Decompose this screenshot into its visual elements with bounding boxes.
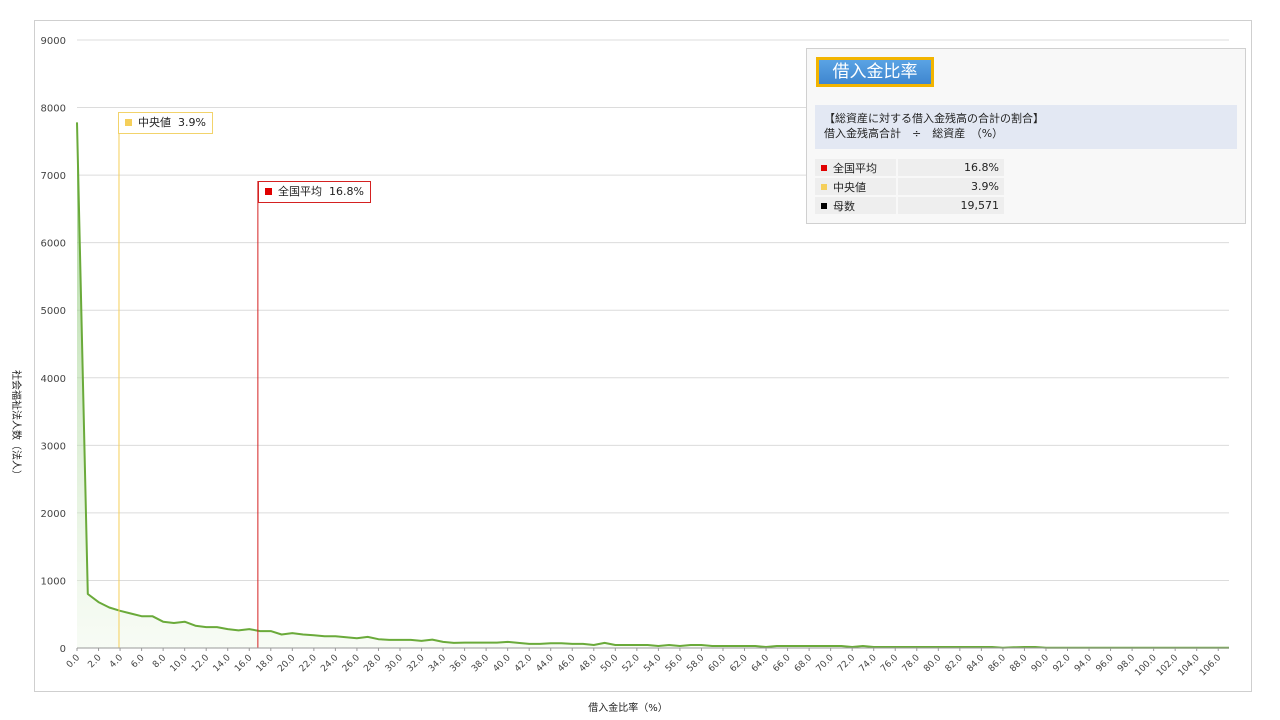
x-tick-label: 16.0 [233,653,254,674]
x-tick-label: 6.0 [130,653,147,670]
stat-label: 母数 [833,199,855,213]
x-tick-label: 28.0 [362,653,383,674]
x-tick-label: 90.0 [1030,653,1051,674]
y-tick-label: 7000 [41,171,66,182]
x-tick-label: 50.0 [599,653,620,674]
x-tick-label: 40.0 [492,653,513,674]
average-label-value: 16.8% [329,185,364,198]
x-tick-label: 10.0 [169,653,190,674]
x-tick-label: 42.0 [513,653,534,674]
x-tick-label: 106.0 [1198,653,1223,678]
x-tick-label: 72.0 [836,653,857,674]
median-label: 中央値 3.9% [118,112,213,134]
x-tick-label: 94.0 [1073,653,1094,674]
stat-value: 3.9% [896,178,1004,195]
x-tick-label: 46.0 [556,653,577,674]
x-tick-label: 18.0 [255,653,276,674]
stats-row-median: 中央値 3.9% [815,178,1004,195]
x-tick-label: 54.0 [642,653,663,674]
x-tick-label: 34.0 [427,653,448,674]
x-tick-label: 56.0 [664,653,685,674]
info-panel: 借入金比率 【総資産に対する借入金残高の合計の割合】 借入金残高合計 ÷ 総資産… [806,48,1246,224]
median-label-value: 3.9% [178,116,206,129]
x-tick-label: 78.0 [901,653,922,674]
x-tick-label: 26.0 [341,653,362,674]
x-tick-label: 14.0 [212,653,233,674]
x-tick-label: 32.0 [405,653,426,674]
y-tick-label: 6000 [41,239,66,250]
x-tick-label: 12.0 [190,653,211,674]
x-tick-label: 58.0 [685,653,706,674]
panel-description: 【総資産に対する借入金残高の合計の割合】 借入金残高合計 ÷ 総資産 （%） [815,105,1237,149]
median-label-name: 中央値 [138,116,171,129]
reference-lines [118,112,259,648]
x-tick-label: 52.0 [621,653,642,674]
x-tick-label: 70.0 [815,653,836,674]
x-tick-label: 4.0 [108,653,125,670]
x-tick-label: 44.0 [535,653,556,674]
stat-label: 中央値 [833,180,866,194]
stats-row-average: 全国平均 16.8% [815,159,1004,176]
average-square-icon [821,164,827,171]
x-tick-label: 102.0 [1155,653,1180,678]
y-axis-title: 社会福祉法人数（法人） [10,370,23,480]
x-tick-label: 8.0 [151,653,168,670]
y-tick-label: 3000 [41,441,66,452]
x-tick-label: 92.0 [1051,653,1072,674]
x-tick-label: 84.0 [965,653,986,674]
y-tick-label: 9000 [41,36,66,47]
x-tick-label: 82.0 [944,653,965,674]
count-square-icon [821,202,827,209]
x-tick-label: 24.0 [319,653,340,674]
stat-value: 16.8% [896,159,1004,176]
x-axis-title: 借入金比率（%） [588,701,668,714]
stats-table: 全国平均 16.8% 中央値 3.9% 母数 19,571 [815,157,1004,216]
average-label-name: 全国平均 [278,185,322,198]
x-tick-label: 30.0 [384,653,405,674]
x-tick-label: 76.0 [879,653,900,674]
panel-title: 借入金比率 [816,57,934,87]
x-tick-label: 60.0 [707,653,728,674]
stat-value: 19,571 [896,197,1004,214]
x-tick-label: 0.0 [65,653,82,670]
x-tick-label: 104.0 [1177,653,1202,678]
y-tick-label: 0 [60,644,66,655]
description-line-2: 借入金残高合計 ÷ 総資産 （%） [824,127,1004,140]
x-tick-label: 68.0 [793,653,814,674]
x-tick-label: 96.0 [1094,653,1115,674]
x-tick-label: 66.0 [771,653,792,674]
description-line-1: 【総資産に対する借入金残高の合計の割合】 [824,112,1044,125]
stats-row-count: 母数 19,571 [815,197,1004,214]
x-tick-label: 64.0 [750,653,771,674]
x-tick-label: 22.0 [298,653,319,674]
x-tick-label: 80.0 [922,653,943,674]
x-tick-label: 74.0 [858,653,879,674]
y-tick-label: 2000 [41,509,66,520]
median-square-icon [821,183,827,190]
national-average-label: 全国平均 16.8% [258,181,371,203]
x-tick-label: 88.0 [1008,653,1029,674]
x-tick-label: 2.0 [86,653,103,670]
y-tick-label: 5000 [41,306,66,317]
x-tick-label: 38.0 [470,653,491,674]
median-marker-icon [125,118,132,126]
average-marker-icon [265,187,272,195]
x-tick-label: 86.0 [987,653,1008,674]
stat-label: 全国平均 [833,161,877,175]
x-tick-label: 62.0 [728,653,749,674]
x-tick-label: 100.0 [1133,653,1158,678]
y-tick-label: 1000 [41,576,66,587]
chart-stage: 0 1000 2000 3000 4000 5000 6000 7000 8000 9000 0.0… [0,0,1280,720]
x-tick-label: 48.0 [578,653,599,674]
y-tick-label: 4000 [41,374,66,385]
x-tick-label: 20.0 [276,653,297,674]
x-tick-label: 36.0 [448,653,469,674]
y-tick-label: 8000 [41,104,66,115]
